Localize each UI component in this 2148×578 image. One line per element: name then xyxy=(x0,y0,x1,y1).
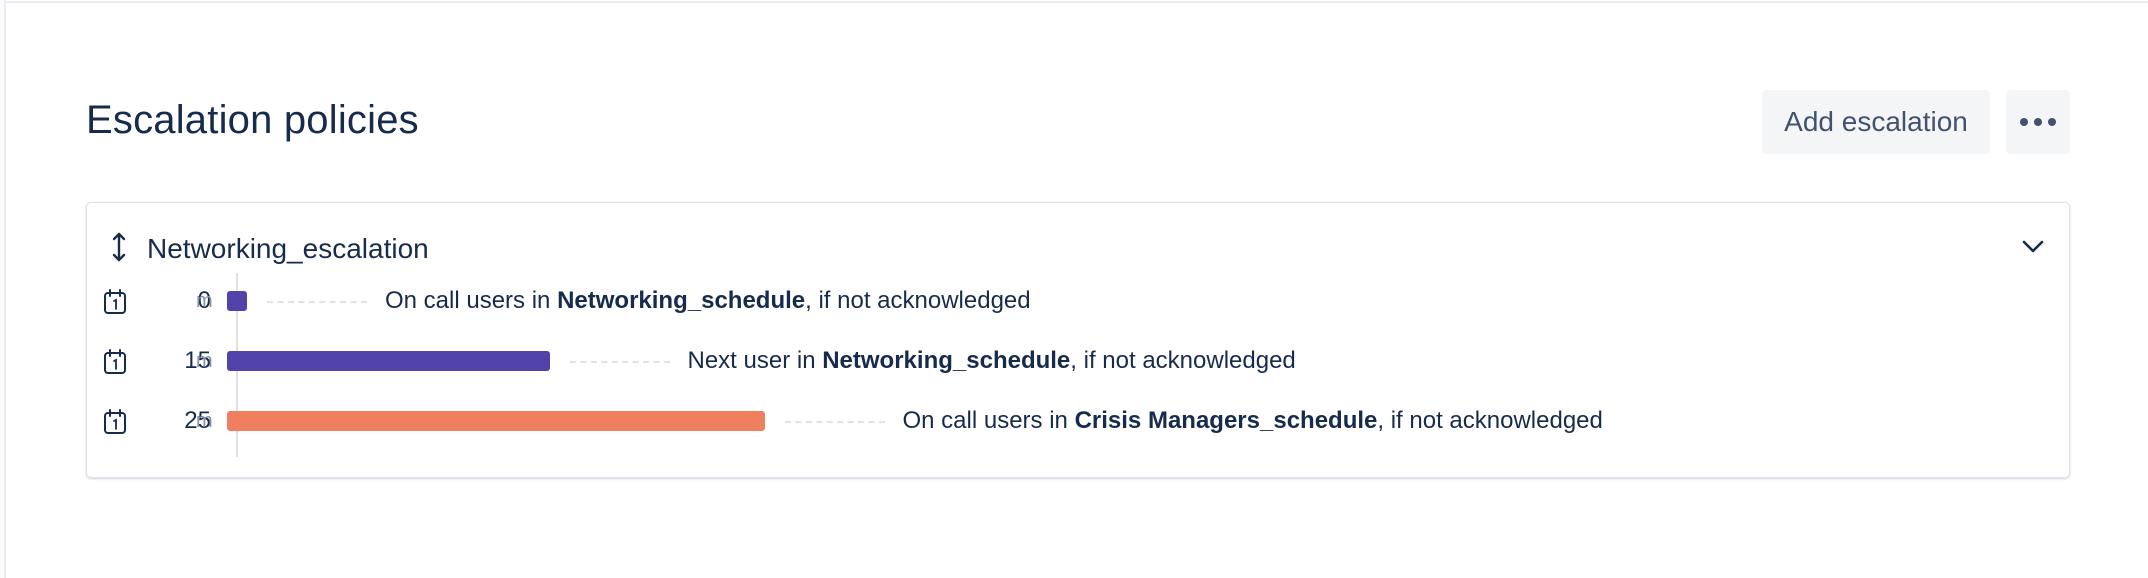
rule-text-suffix: , if not acknowledged xyxy=(805,287,1031,314)
calendar-icon xyxy=(104,409,126,434)
escalation-rule: 15 m Next user in Networking_schedule, i… xyxy=(87,343,2069,383)
rule-delay-bar xyxy=(227,291,247,311)
policy-header[interactable]: Networking_escalation xyxy=(87,229,2069,269)
rule-delay-unit: m xyxy=(196,290,213,312)
rule-text-prefix: Next user in xyxy=(687,347,823,374)
calendar-icon xyxy=(104,349,126,374)
chevron-down-icon[interactable] xyxy=(2019,235,2047,259)
rule-delay-unit: m xyxy=(196,350,213,372)
app-frame: Escalation policies Add escalation Netwo… xyxy=(0,0,2148,578)
rule-description: Next user in Networking_schedule, if not… xyxy=(688,347,1296,375)
page-header: Escalation policies Add escalation xyxy=(86,90,2070,154)
more-actions-button[interactable] xyxy=(2006,90,2070,154)
escalation-rule: 25 m On call users in Crisis Managers_sc… xyxy=(87,403,2069,443)
top-border xyxy=(6,0,2148,3)
rule-schedule-link[interactable]: Crisis Managers_schedule xyxy=(1075,407,1378,434)
rule-schedule-link[interactable]: Networking_schedule xyxy=(557,287,805,314)
escalation-policy-card: Networking_escalation 0 m On call users … xyxy=(86,202,2070,478)
add-escalation-button[interactable]: Add escalation xyxy=(1762,90,1990,154)
rule-description: On call users in Crisis Managers_schedul… xyxy=(903,407,1603,435)
rule-description: On call users in Networking_schedule, if… xyxy=(385,287,1031,315)
rule-text-suffix: , if not acknowledged xyxy=(1377,407,1603,434)
rule-delay-bar xyxy=(227,351,550,371)
policy-name[interactable]: Networking_escalation xyxy=(147,233,429,265)
more-horizontal-icon xyxy=(2020,118,2056,126)
calendar-icon xyxy=(104,289,126,314)
vertical-arrows-icon[interactable] xyxy=(107,231,131,263)
rule-connector xyxy=(784,421,885,423)
rule-delay-unit: m xyxy=(196,410,213,432)
rule-text-prefix: On call users in xyxy=(385,287,558,314)
rule-schedule-link[interactable]: Networking_schedule xyxy=(822,347,1070,374)
rule-delay-bar xyxy=(227,411,765,431)
rule-connector xyxy=(569,361,670,363)
escalation-rule: 0 m On call users in Networking_schedule… xyxy=(87,283,2069,323)
left-border xyxy=(0,0,6,578)
rule-text-suffix: , if not acknowledged xyxy=(1070,347,1296,374)
page-title: Escalation policies xyxy=(86,98,419,142)
rule-text-prefix: On call users in xyxy=(902,407,1075,434)
rule-connector xyxy=(267,301,367,303)
